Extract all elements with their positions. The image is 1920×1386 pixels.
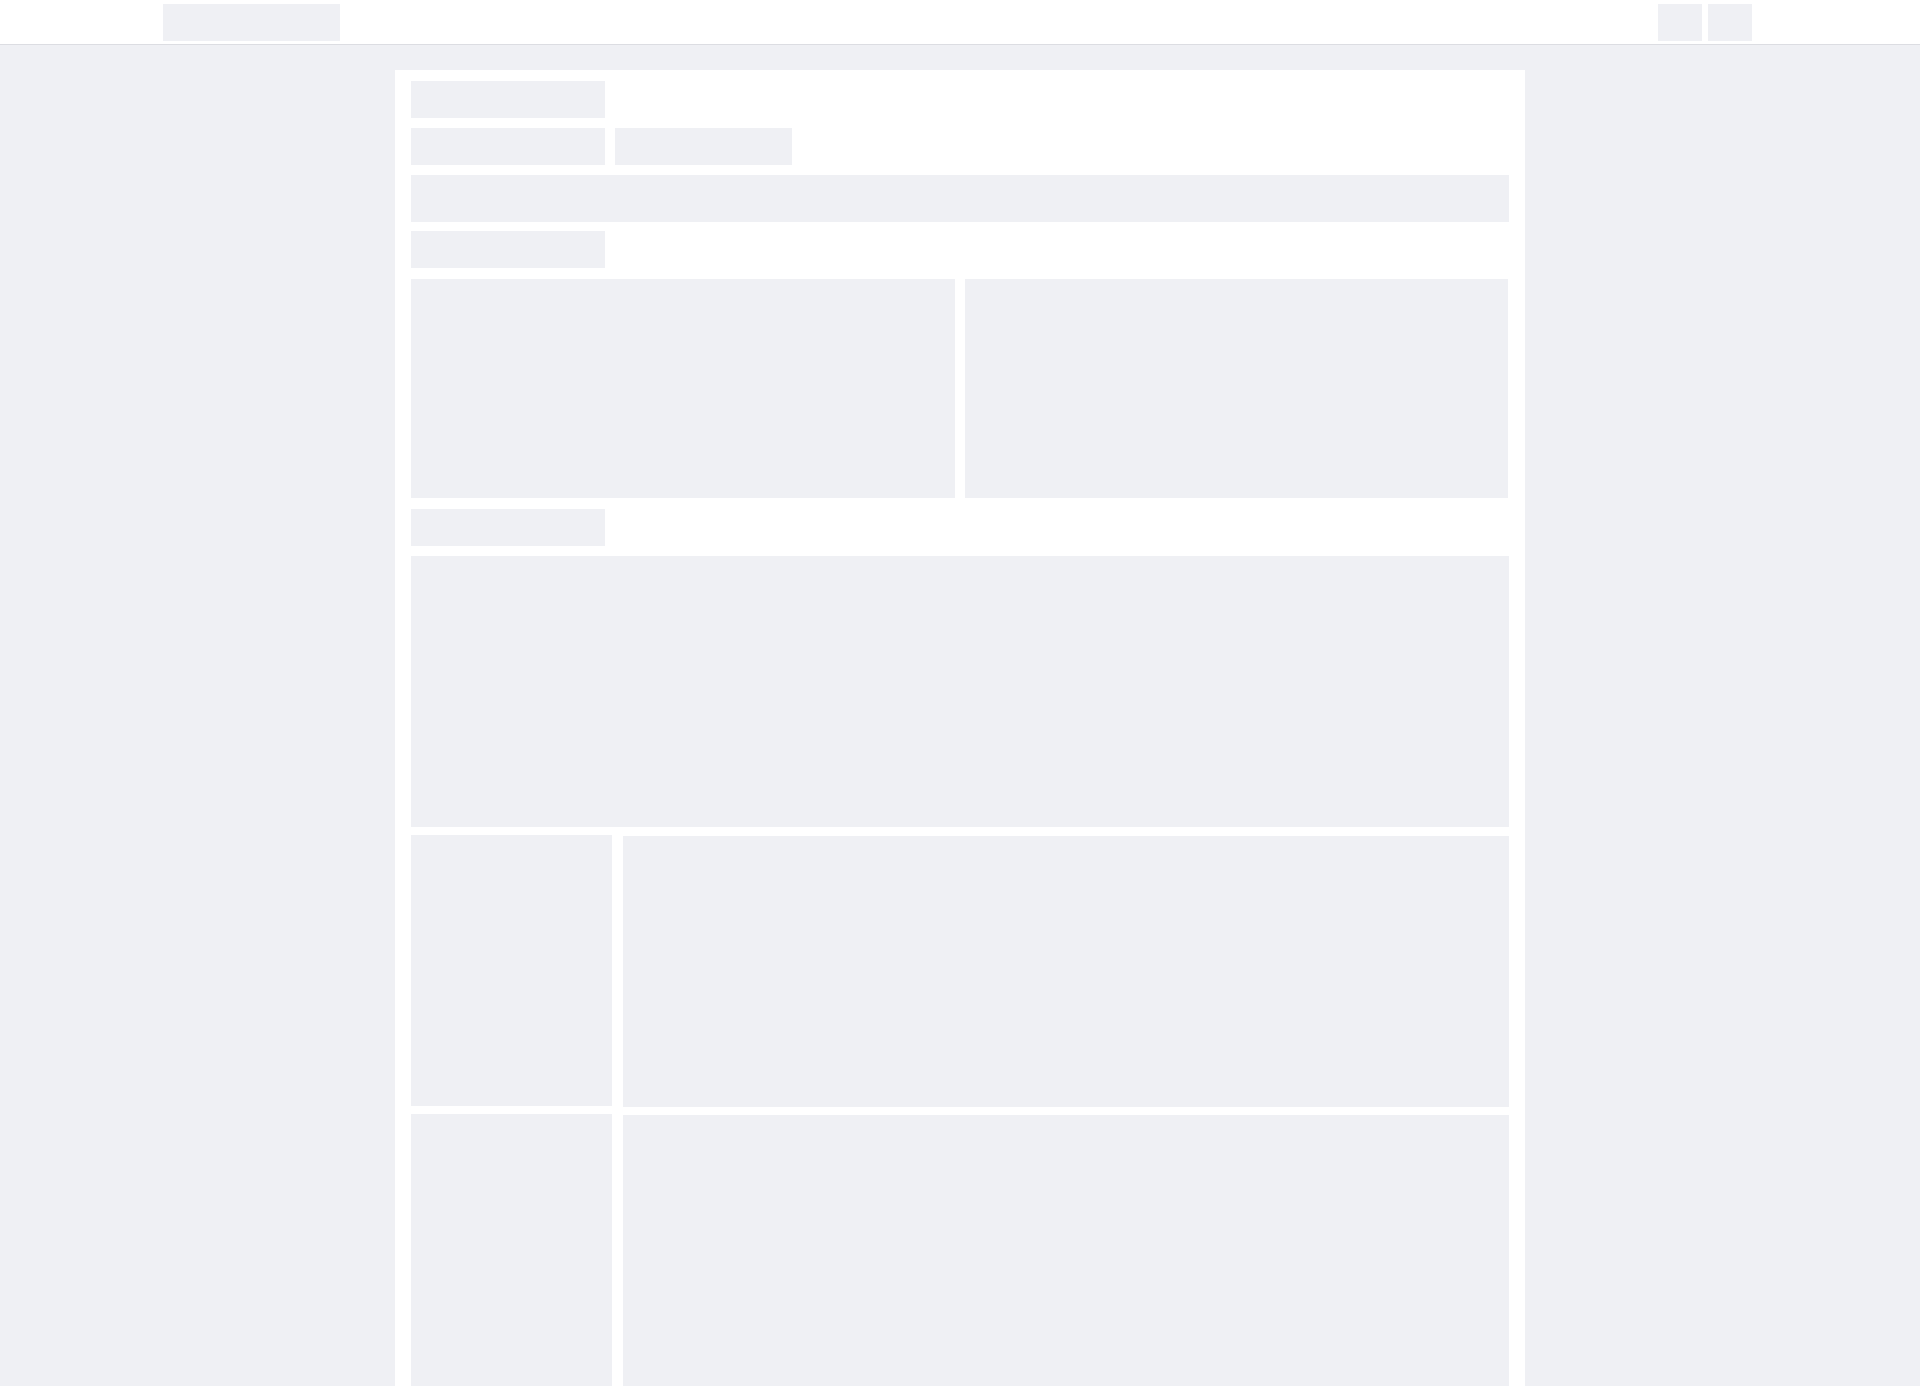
card-placeholder-right <box>965 279 1508 498</box>
row-2-right-placeholder <box>623 1115 1509 1386</box>
content-block-placeholder <box>411 556 1509 827</box>
row-2-left-placeholder <box>411 1114 612 1386</box>
logo-placeholder <box>163 4 340 41</box>
tab-placeholder-1 <box>411 128 605 165</box>
section-heading-placeholder-2 <box>411 509 605 546</box>
toolbar-placeholder <box>411 175 1509 222</box>
main-content-panel <box>395 70 1525 1386</box>
row-1-right-placeholder <box>623 836 1509 1107</box>
header-action-placeholder-2 <box>1708 4 1752 41</box>
tab-placeholder-2 <box>615 128 792 165</box>
top-navigation-bar <box>0 0 1920 45</box>
row-1-left-placeholder <box>411 835 612 1106</box>
card-placeholder-left <box>411 279 955 498</box>
header-action-placeholder-1 <box>1658 4 1702 41</box>
section-heading-placeholder-1 <box>411 231 605 268</box>
title-placeholder <box>411 81 605 118</box>
